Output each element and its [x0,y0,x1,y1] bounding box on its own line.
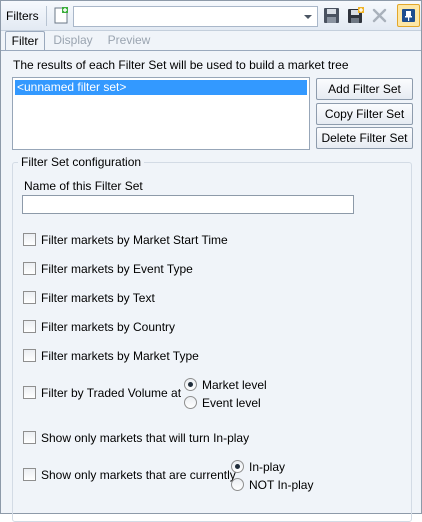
radio-label[interactable]: NOT In-play [249,478,313,492]
filter-combo[interactable] [73,6,318,27]
checkbox[interactable] [23,320,36,333]
pin-icon [402,9,415,22]
checkbox[interactable] [23,468,36,481]
check-label[interactable]: Filter markets by Event Type [41,262,193,276]
filters-panel: Filters Filter Display Preview The resul… [0,0,422,522]
tab-underline [1,50,421,51]
group-legend: Filter Set configuration [18,155,145,169]
delete-icon[interactable] [371,7,388,24]
radio-button[interactable] [184,396,197,409]
tab-filter[interactable]: Filter [5,31,45,51]
filter-set-name-input[interactable] [22,195,354,214]
checkbox[interactable] [23,386,36,399]
radio-button[interactable] [231,460,244,473]
radio-label[interactable]: Event level [202,396,261,410]
pin-button[interactable] [397,4,420,27]
copy-filter-set-button[interactable]: Copy Filter Set [316,103,413,125]
check-label[interactable]: Filter markets by Market Start Time [41,233,228,247]
radio-button[interactable] [231,478,244,491]
toolbar: Filters [1,1,421,31]
checkbox[interactable] [23,262,36,275]
check-label[interactable]: Filter markets by Market Type [41,349,199,363]
tab-preview[interactable]: Preview [102,32,156,51]
toolbar-separator [46,6,47,26]
delete-filter-set-button[interactable]: Delete Filter Set [316,127,413,149]
save-icon[interactable] [323,7,340,24]
radio-label[interactable]: In-play [249,460,285,474]
check-label[interactable]: Show only markets that will turn In-play [41,431,249,445]
new-filter-icon[interactable] [54,7,68,24]
name-label: Name of this Filter Set [24,179,143,193]
radio-button[interactable] [184,378,197,391]
panel-title: Filters [6,9,39,23]
dropdown-arrow-icon[interactable] [301,9,315,24]
filter-set-list[interactable]: <unnamed filter set> [12,77,310,150]
add-filter-set-button[interactable]: Add Filter Set [316,78,413,100]
check-label[interactable]: Filter by Traded Volume at [41,386,181,400]
save-as-icon[interactable] [347,7,364,24]
checkbox[interactable] [23,291,36,304]
checkbox[interactable] [23,431,36,444]
check-label[interactable]: Filter markets by Text [41,291,155,305]
tab-strip: Filter Display Preview [1,31,421,51]
check-label[interactable]: Filter markets by Country [41,320,175,334]
filter-set-intro: The results of each Filter Set will be u… [13,58,349,72]
radio-label[interactable]: Market level [202,378,267,392]
checkbox[interactable] [23,233,36,246]
list-item[interactable]: <unnamed filter set> [15,80,307,95]
check-label[interactable]: Show only markets that are currently [41,468,236,482]
tab-display[interactable]: Display [50,32,96,51]
checkbox[interactable] [23,349,36,362]
